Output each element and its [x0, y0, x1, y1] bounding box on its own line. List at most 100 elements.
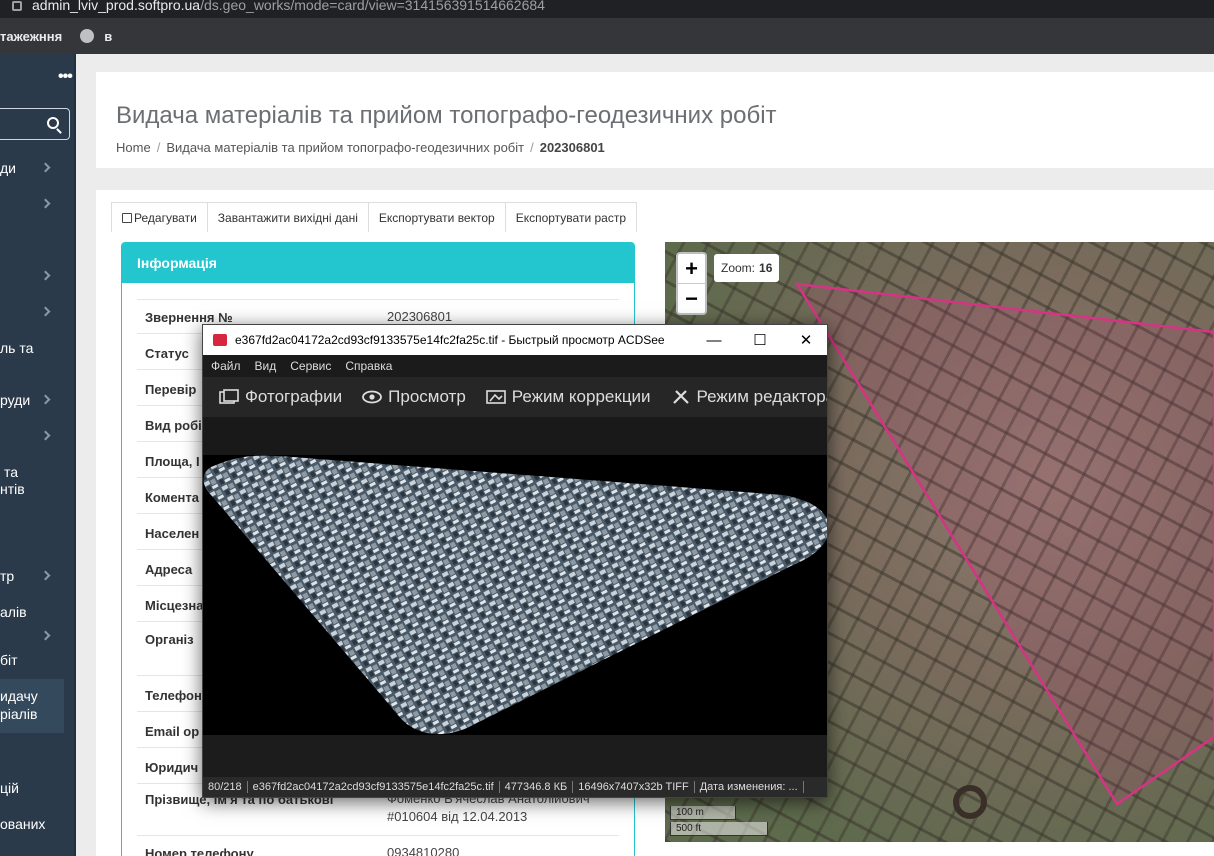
info-label: Площа, І	[145, 454, 200, 469]
edit-mode-button[interactable]: Режим редактора	[671, 387, 827, 407]
zoom-out-button[interactable]: −	[678, 283, 705, 312]
address-bar[interactable]: admin_lviv_prod.softpro.ua/ds.geo_works/…	[0, 0, 1214, 18]
sidebar-item-label: руди	[0, 392, 31, 408]
info-label: Email ор	[145, 724, 200, 739]
sidebar-item-label: ль та	[0, 340, 34, 356]
menu-help[interactable]: Справка	[345, 359, 392, 373]
sidebar: ••• ди ль та руди та нтів тр алів біт ид…	[0, 54, 76, 856]
sidebar-item-label: идачу	[0, 688, 38, 704]
download-source-button[interactable]: Завантажити вихідні дані	[206, 202, 369, 232]
work-area-polygon[interactable]	[794, 282, 1214, 806]
filmstrip-area	[203, 735, 827, 777]
sidebar-item[interactable]: біт	[0, 652, 76, 669]
photos-mode-button[interactable]: Фотографии	[219, 387, 342, 407]
sidebar-item[interactable]: ди	[0, 160, 76, 177]
url-host: admin_lviv_prod.softpro.ua	[32, 0, 201, 13]
chevron-right-icon	[40, 198, 51, 209]
info-label: Населен	[145, 526, 200, 541]
info-label: Статус	[145, 346, 189, 361]
sidebar-item-label: ованих	[0, 816, 46, 832]
sidebar-item[interactable]: руди	[0, 392, 76, 409]
sidebar-item-label: алів	[0, 604, 27, 620]
camera-icon	[213, 334, 227, 346]
zoom-label-text: Zoom:	[721, 261, 756, 275]
sidebar-item[interactable]: цій	[0, 780, 76, 797]
sidebar-item[interactable]: нтів	[0, 481, 76, 498]
export-vector-label: Експортувати вектор	[378, 210, 495, 225]
info-label: Номер телефону	[145, 846, 254, 856]
sidebar-item-label: цій	[0, 780, 19, 796]
sidebar-search[interactable]	[0, 108, 70, 140]
minimize-button[interactable]: —	[691, 325, 737, 355]
sidebar-item-active[interactable]: идачу	[0, 688, 76, 705]
sidebar-item-label: нтів	[0, 481, 25, 497]
export-raster-button[interactable]: Експортувати растр	[504, 202, 638, 232]
info-panel-title: Інформація	[122, 243, 634, 283]
info-label: Юридич	[145, 760, 199, 775]
map-landmark	[953, 785, 987, 819]
scale-bar-metric: 100 m	[670, 806, 736, 820]
sidebar-item[interactable]: ль та	[0, 340, 76, 357]
acdsee-menubar: Файл Вид Сервис Справка	[203, 355, 827, 377]
breadcrumb-separator: /	[156, 140, 161, 155]
chevron-right-icon	[40, 630, 51, 641]
window-title: e367fd2ac04172a2cd93cf9133575e14fc2fa25c…	[235, 333, 665, 347]
sidebar-item[interactable]: тр	[0, 568, 76, 585]
menu-tools[interactable]: Сервис	[290, 359, 331, 373]
bookmarks-bar: тажежння в	[0, 18, 1214, 54]
info-label: Місцезна	[145, 598, 204, 613]
info-row: Номер телефону 0934810280	[137, 835, 619, 856]
develop-mode-button[interactable]: Режим коррекции	[485, 387, 651, 407]
sidebar-item[interactable]: та	[0, 464, 76, 481]
eye-icon	[362, 390, 383, 404]
breadcrumb-home[interactable]: Home	[116, 140, 151, 155]
page-header: Видача матеріалів та прийом топографо-ге…	[96, 72, 1214, 168]
zoom-in-button[interactable]: +	[678, 254, 705, 283]
sidebar-item-label: ди	[0, 160, 16, 176]
close-button[interactable]: ✕	[783, 325, 829, 355]
acdsee-toolbar: Фотографии Просмотр Режим коррекции Режи…	[203, 377, 827, 417]
info-value: 0934810280	[387, 845, 460, 856]
export-raster-label: Експортувати растр	[515, 210, 627, 225]
breadcrumb-separator: /	[530, 140, 534, 155]
breadcrumb-section[interactable]: Видача матеріалів та прийом топографо-ге…	[166, 140, 524, 155]
tools-icon	[672, 390, 689, 404]
export-vector-button[interactable]: Експортувати вектор	[367, 202, 506, 232]
status-dimensions: 16496x7407x32b TIFF	[573, 781, 695, 793]
bookmark-item[interactable]: в	[80, 29, 112, 44]
view-mode-label: Просмотр	[388, 387, 466, 406]
search-icon[interactable]	[47, 117, 59, 129]
info-label: Звернення №	[145, 310, 233, 325]
view-mode-button[interactable]: Просмотр	[362, 387, 466, 407]
status-position: 80/218	[203, 781, 248, 793]
url-path: /ds.geo_works/mode=card/view=31415639151…	[200, 0, 545, 13]
sidebar-item[interactable]: ріалів	[0, 706, 76, 723]
status-filesize: 477346.8 КБ	[500, 781, 574, 793]
maximize-button[interactable]: ☐	[737, 325, 783, 355]
menu-file[interactable]: Файл	[211, 359, 241, 373]
page-title: Видача матеріалів та прийом топографо-ге…	[116, 102, 777, 129]
download-source-label: Завантажити вихідні дані	[217, 210, 358, 225]
info-label: Адреса	[145, 562, 193, 577]
photos-mode-label: Фотографии	[245, 387, 343, 406]
bookmark-label: тажежння	[0, 28, 63, 44]
status-modified: Дата изменения: ...	[695, 781, 804, 793]
image-viewport[interactable]	[203, 417, 827, 735]
edit-button[interactable]: Редагувати	[111, 202, 208, 232]
bookmark-item[interactable]: тажежння	[0, 29, 62, 44]
breadcrumb-current: 202306801	[539, 140, 605, 155]
globe-icon	[80, 29, 95, 43]
acdsee-window: e367fd2ac04172a2cd93cf9133575e14fc2fa25c…	[202, 324, 828, 798]
sidebar-item[interactable]: алів	[0, 604, 76, 621]
menu-view[interactable]: Вид	[255, 359, 277, 373]
chevron-right-icon	[40, 430, 51, 441]
breadcrumb: Home / Видача матеріалів та прийом топогра…	[116, 140, 605, 155]
develop-mode-label: Режим коррекции	[511, 387, 651, 406]
acdsee-statusbar: 80/218 e367fd2ac04172a2cd93cf9133575e14f…	[203, 777, 827, 797]
acdsee-titlebar[interactable]: e367fd2ac04172a2cd93cf9133575e14fc2fa25c…	[203, 325, 827, 355]
info-label: Вид робі	[145, 418, 202, 433]
zoom-level-label: Zoom: 16	[714, 254, 780, 282]
sidebar-item[interactable]: ованих	[0, 816, 76, 833]
info-label: Перевір	[145, 382, 197, 397]
more-icon[interactable]: •••	[58, 68, 73, 86]
